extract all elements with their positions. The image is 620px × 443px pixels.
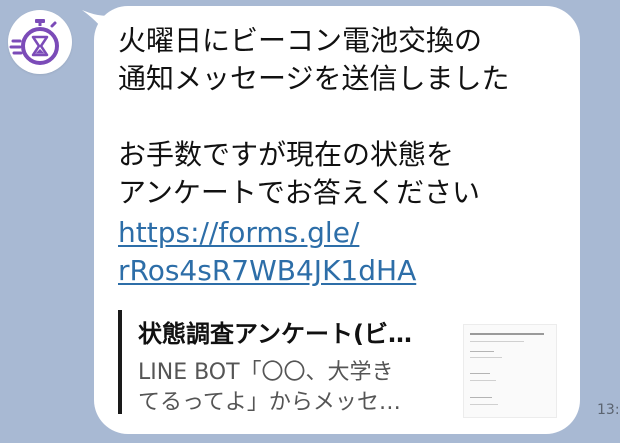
preview-accent-bar (118, 310, 122, 414)
preview-description: LINE BOT「〇〇、大学き てるってよ」からメッセ… (138, 358, 428, 418)
message-timestamp: 13: (597, 402, 620, 418)
message-line: アンケートでお答えください (118, 176, 481, 209)
preview-description-line: LINE BOT「〇〇、大学き (138, 360, 394, 385)
message-line: 通知メッセージを送信しました (118, 62, 510, 95)
message-line: 火曜日にビーコン電池交換の (118, 24, 483, 57)
message-line: お手数ですが現在の状態を (118, 138, 455, 171)
form-link-line[interactable]: rRos4sR7WB4JK1dHA (118, 252, 558, 290)
form-link[interactable]: https://forms.gle/ rRos4sR7WB4JK1dHA (118, 214, 558, 290)
message-bubble[interactable]: 火曜日にビーコン電池交換の 通知メッセージを送信しました お手数ですが現在の状態… (94, 6, 580, 434)
message-text: 火曜日にビーコン電池交換の 通知メッセージを送信しました お手数ですが現在の状態… (118, 22, 558, 212)
stopwatch-hourglass-icon (9, 19, 59, 65)
preview-description-line: てるってよ」からメッセ… (138, 390, 401, 415)
form-link-line[interactable]: https://forms.gle/ (118, 214, 558, 252)
preview-thumbnail (463, 324, 557, 418)
link-preview-card[interactable]: 状態調査アンケート(ビ… LINE BOT「〇〇、大学き てるってよ」からメッセ… (118, 310, 564, 418)
bot-avatar[interactable] (8, 10, 72, 74)
preview-title: 状態調査アンケート(ビ… (138, 320, 413, 348)
